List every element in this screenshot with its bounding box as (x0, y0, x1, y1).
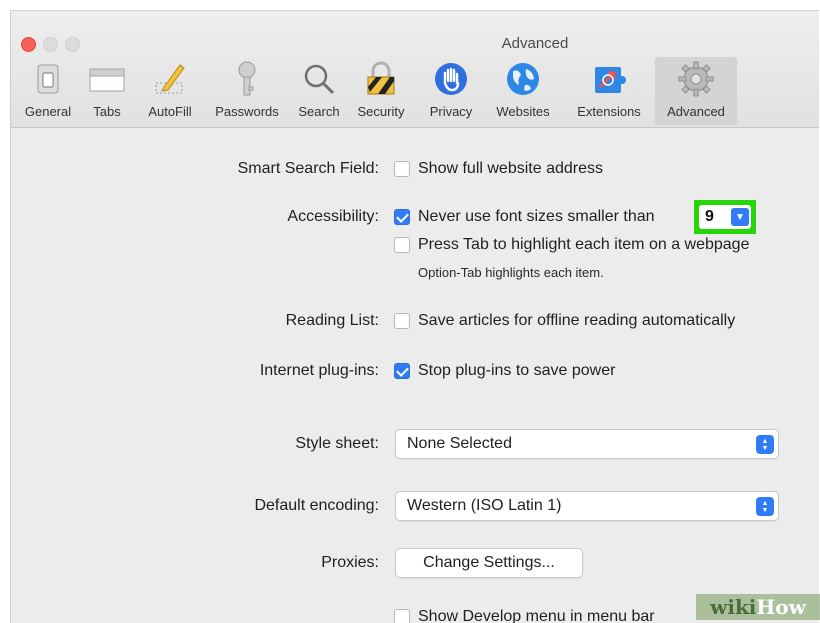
tab-privacy-label: Privacy (429, 104, 473, 119)
stop-plugins-option[interactable]: Stop plug-ins to save power (394, 362, 615, 380)
globe-icon (507, 63, 539, 95)
show-develop-checkbox[interactable] (394, 609, 410, 623)
encoding-select[interactable]: Western (ISO Latin 1) ▲ ▼ (395, 491, 779, 521)
encoding-label: Default encoding: (254, 497, 379, 514)
stop-plugins-checkbox[interactable] (394, 363, 410, 379)
tab-security-label: Security (357, 104, 405, 119)
puzzle-icon (595, 67, 626, 93)
style-sheet-label: Style sheet: (295, 435, 379, 452)
advanced-pane: Smart Search Field: Show full website ad… (11, 128, 819, 623)
tab-websites[interactable]: Websites (487, 57, 559, 125)
magnifier-icon (304, 64, 335, 95)
tab-extensions[interactable]: Extensions (567, 57, 651, 125)
proxies-label: Proxies: (321, 554, 379, 571)
wikihow-watermark: wikiHow (696, 594, 820, 620)
font-size-select[interactable]: 9 ▼ (699, 205, 751, 229)
option-tab-hint: Option-Tab highlights each item. (418, 265, 604, 280)
show-develop-option[interactable]: Show Develop menu in menu bar (394, 608, 655, 623)
preferences-toolbar: General Tabs AutoFill Passwords Search S… (11, 57, 819, 127)
tab-passwords-label: Passwords (215, 104, 279, 119)
key-icon (238, 61, 256, 96)
tab-search[interactable]: Search (291, 57, 347, 125)
font-size-highlight: 9 ▼ (694, 200, 756, 234)
save-offline-text: Save articles for offline reading automa… (418, 312, 736, 329)
tab-security[interactable]: Security (349, 57, 413, 125)
watermark-wiki: wiki (710, 595, 757, 619)
preferences-window: Advanced General Tabs AutoFill Passwords… (10, 10, 819, 623)
stepper-arrows-icon: ▲ ▼ (756, 497, 774, 516)
tab-advanced-label: Advanced (667, 104, 725, 119)
reading-list-label: Reading List: (285, 312, 379, 329)
tab-passwords[interactable]: Passwords (205, 57, 289, 125)
save-offline-checkbox[interactable] (394, 313, 410, 329)
tab-privacy[interactable]: Privacy (421, 57, 481, 125)
tab-general-label: General (24, 104, 72, 119)
tab-websites-label: Websites (496, 104, 550, 119)
padlock-icon (367, 61, 395, 95)
autofill-pencil-icon (155, 64, 185, 94)
show-full-address-checkbox[interactable] (394, 161, 410, 177)
tab-extensions-label: Extensions (577, 104, 641, 119)
min-font-size-option[interactable]: Never use font sizes smaller than (394, 208, 655, 226)
hand-icon (435, 63, 467, 95)
min-font-size-checkbox[interactable] (394, 209, 410, 225)
plugins-label: Internet plug-ins: (259, 362, 379, 379)
show-full-address-text: Show full website address (418, 160, 603, 177)
press-tab-checkbox[interactable] (394, 237, 410, 253)
tab-advanced[interactable]: Advanced (655, 57, 737, 125)
tab-tabs-label: Tabs (93, 104, 121, 119)
tab-search-label: Search (298, 104, 340, 119)
style-sheet-select[interactable]: None Selected ▲ ▼ (395, 429, 779, 459)
tabs-icon (89, 68, 125, 92)
accessibility-label: Accessibility: (287, 208, 379, 225)
press-tab-text: Press Tab to highlight each item on a we… (418, 236, 750, 253)
stop-plugins-text: Stop plug-ins to save power (418, 362, 616, 379)
min-font-size-text: Never use font sizes smaller than (418, 208, 655, 225)
save-offline-option[interactable]: Save articles for offline reading automa… (394, 312, 735, 330)
show-full-address-option[interactable]: Show full website address (394, 160, 603, 178)
tab-tabs[interactable]: Tabs (83, 57, 131, 125)
smart-search-label: Smart Search Field: (237, 160, 379, 177)
encoding-value: Western (ISO Latin 1) (407, 497, 562, 514)
tab-autofill[interactable]: AutoFill (135, 57, 205, 125)
show-develop-text: Show Develop menu in menu bar (418, 608, 655, 623)
font-size-value: 9 (705, 208, 714, 225)
gear-icon (678, 61, 714, 97)
general-switch-icon (37, 64, 59, 94)
stepper-arrows-icon: ▲ ▼ (756, 435, 774, 454)
style-sheet-value: None Selected (407, 435, 512, 452)
tab-autofill-label: AutoFill (148, 104, 192, 119)
watermark-how: How (756, 595, 806, 619)
press-tab-option[interactable]: Press Tab to highlight each item on a we… (394, 236, 749, 254)
tab-general[interactable]: General (15, 57, 81, 125)
change-settings-button[interactable]: Change Settings... (395, 548, 583, 578)
title-bar: Advanced General Tabs AutoFill Passwords… (11, 11, 819, 128)
window-title: Advanced (501, 35, 569, 52)
chevron-down-icon: ▼ (731, 208, 749, 226)
